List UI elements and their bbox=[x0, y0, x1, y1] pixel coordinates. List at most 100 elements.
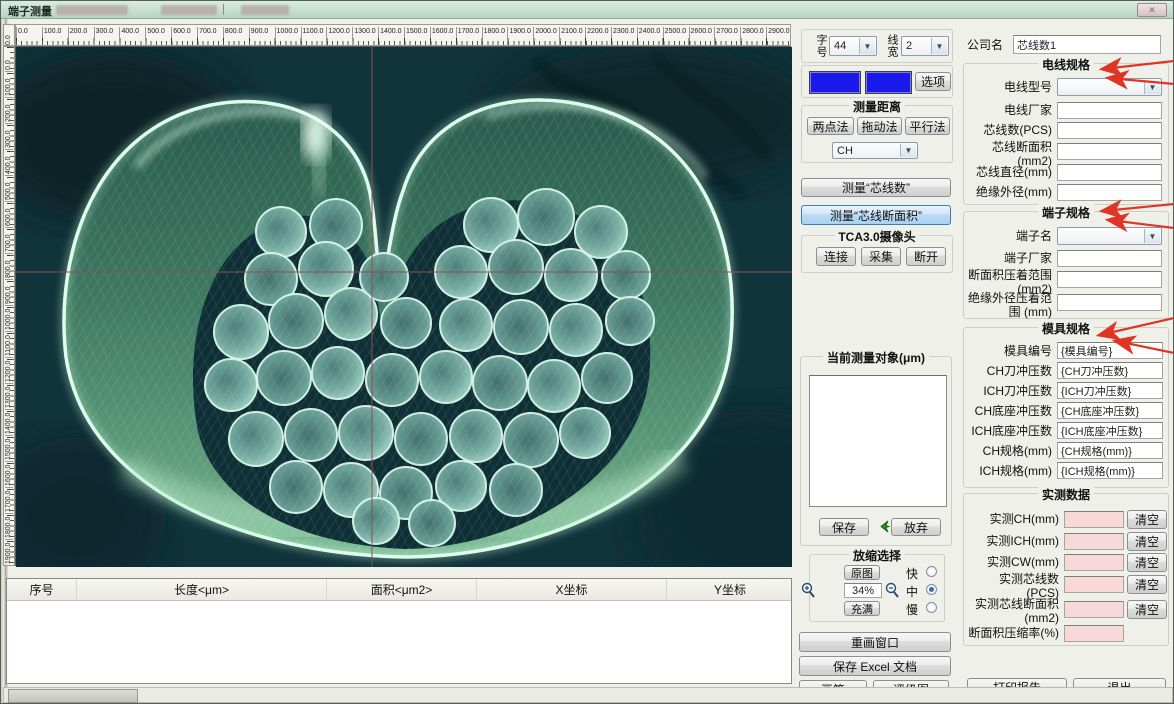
measured-core-count-input[interactable] bbox=[1064, 576, 1124, 593]
crimp-area-range-input[interactable] bbox=[1057, 271, 1162, 288]
color-swatch-1[interactable] bbox=[809, 71, 861, 94]
zoom-group: 放缩选择 原图 34% 充满 快 中 慢 bbox=[801, 547, 945, 622]
horizontal-scrollbar[interactable] bbox=[3, 687, 1173, 703]
wire-model-dropdown[interactable]: ▼ bbox=[1057, 78, 1162, 96]
terminal-maker-input[interactable] bbox=[1057, 250, 1162, 267]
window-title: 端子测量 bbox=[8, 6, 52, 18]
measured-data-title: 实测数据 bbox=[1037, 486, 1095, 503]
field-label: ICH规格(mm) bbox=[979, 464, 1052, 478]
ch-blade-count-input[interactable]: {CH刀冲压数} bbox=[1057, 362, 1163, 379]
text-style-group: 字号 44 ▼ 线宽 2 ▼ bbox=[801, 29, 953, 63]
clear-button[interactable]: 清空 bbox=[1127, 553, 1167, 572]
title-bar: 端子测量 ✕ bbox=[1, 1, 1173, 19]
zoom-fill-button[interactable]: 充满 bbox=[844, 601, 880, 616]
scrollbar-thumb[interactable] bbox=[8, 689, 138, 703]
current-object-group: 当前测量对象(μm) 保存 放弃 bbox=[800, 349, 952, 546]
field-label: 芯线数(PCS) bbox=[983, 123, 1052, 137]
specimen-image-canvas[interactable] bbox=[15, 46, 792, 567]
measured-ich-input[interactable] bbox=[1064, 533, 1124, 550]
field-label: ICH刀冲压数 bbox=[983, 384, 1052, 398]
measure-mode-dropdown[interactable]: CH ▼ bbox=[832, 142, 918, 159]
field-label: 电线型号 bbox=[1003, 80, 1052, 94]
options-button[interactable]: 选项 bbox=[915, 72, 951, 91]
field-label: CH刀冲压数 bbox=[986, 364, 1052, 378]
field-label: CH底座冲压数 bbox=[974, 404, 1052, 418]
mold-spec-group: 模具规格 模具编号 {模具编号} CH刀冲压数 {CH刀冲压数} ICH刀冲压数… bbox=[963, 320, 1169, 488]
measured-data-group: 实测数据 实测CH(mm) 清空 实测ICH(mm) 清空 实测CW(mm) 清… bbox=[963, 486, 1169, 646]
redacted-text bbox=[56, 5, 128, 15]
clear-button[interactable]: 清空 bbox=[1127, 510, 1167, 529]
measure-count-button[interactable]: 测量“芯线数” bbox=[801, 178, 951, 197]
measured-core-area-input[interactable] bbox=[1064, 601, 1124, 618]
close-icon[interactable]: ✕ bbox=[1137, 3, 1167, 17]
clear-button[interactable]: 清空 bbox=[1127, 575, 1167, 594]
measure-distance-group: 测量距离 两点法 拖动法 平行法 CH ▼ bbox=[801, 98, 953, 163]
chevron-down-icon: ▼ bbox=[931, 38, 947, 54]
camera-disconnect-button[interactable]: 断开 bbox=[906, 247, 946, 266]
camera-capture-button[interactable]: 采集 bbox=[861, 247, 901, 266]
two-point-button[interactable]: 两点法 bbox=[807, 117, 854, 135]
company-input[interactable]: 芯线数1 bbox=[1013, 35, 1161, 54]
speed-medium-label: 中 bbox=[906, 585, 919, 599]
core-area-input[interactable] bbox=[1057, 143, 1162, 160]
ich-spec-input[interactable]: {ICH规格(mm)} bbox=[1057, 462, 1163, 479]
font-size-dropdown[interactable]: 44 ▼ bbox=[829, 36, 877, 56]
current-object-list[interactable] bbox=[809, 375, 947, 507]
compression-ratio-input[interactable] bbox=[1064, 625, 1124, 642]
field-label: 芯线直径(mm) bbox=[976, 165, 1052, 179]
field-label: 绝缘外径(mm) bbox=[976, 185, 1052, 199]
ich-base-count-input[interactable]: {ICH底座冲压数} bbox=[1057, 422, 1163, 439]
col-index: 序号 bbox=[7, 579, 77, 600]
field-label: 端子名 bbox=[1015, 229, 1052, 243]
line-width-dropdown[interactable]: 2 ▼ bbox=[901, 36, 949, 56]
current-object-title: 当前测量对象(μm) bbox=[822, 349, 930, 366]
core-count-input[interactable] bbox=[1057, 122, 1162, 139]
zoom-original-button[interactable]: 原图 bbox=[844, 565, 880, 580]
speed-slow-radio[interactable] bbox=[926, 602, 937, 613]
measure-area-button[interactable]: 测量“芯线断面积” bbox=[801, 205, 951, 225]
ich-blade-count-input[interactable]: {ICH刀冲压数} bbox=[1057, 382, 1163, 399]
field-label: 实测CH(mm) bbox=[989, 512, 1059, 526]
ch-base-count-input[interactable]: {CH底座冲压数} bbox=[1057, 402, 1163, 419]
measurement-table[interactable]: 序号 长度<μm> 面积<μm2> X坐标 Y坐标 bbox=[6, 578, 792, 684]
redacted-text bbox=[161, 5, 217, 15]
measured-ch-input[interactable] bbox=[1064, 511, 1124, 528]
col-x: X坐标 bbox=[477, 579, 667, 600]
clear-button[interactable]: 清空 bbox=[1127, 600, 1167, 619]
vertical-ruler: 0.0 100.0 200.0 300.0 400.0 500.0 600.0 700.0 80… bbox=[3, 46, 15, 566]
camera-group: TCA3.0摄像头 连接 采集 断开 bbox=[801, 228, 953, 273]
clear-button[interactable]: 清空 bbox=[1127, 532, 1167, 551]
redacted-text bbox=[241, 5, 289, 15]
field-label: 模具编号 bbox=[1003, 344, 1052, 358]
app-window: 端子测量 ✕ 0.0 0.0 100.0 200.0 300.0 400.0 500.0 6… bbox=[0, 0, 1174, 704]
camera-connect-button[interactable]: 连接 bbox=[816, 247, 856, 266]
field-label: CH规格(mm) bbox=[982, 444, 1052, 458]
terminal-name-dropdown[interactable]: ▼ bbox=[1057, 227, 1162, 245]
company-label: 公司名 bbox=[967, 38, 1004, 52]
zoom-out-icon[interactable] bbox=[884, 582, 899, 603]
field-label: 电线厂家 bbox=[1003, 103, 1052, 117]
speed-fast-radio[interactable] bbox=[926, 566, 937, 577]
redraw-button[interactable]: 重画窗口 bbox=[799, 632, 951, 652]
drag-button[interactable]: 拖动法 bbox=[857, 117, 902, 135]
speed-medium-radio[interactable] bbox=[926, 584, 937, 595]
save-excel-button[interactable]: 保存 Excel 文档 bbox=[799, 656, 951, 676]
save-button[interactable]: 保存 bbox=[819, 518, 869, 536]
core-diameter-input[interactable] bbox=[1057, 164, 1162, 181]
insulation-crimp-range-input[interactable] bbox=[1057, 294, 1162, 311]
ch-spec-input[interactable]: {CH规格(mm)} bbox=[1057, 442, 1163, 459]
wire-maker-input[interactable] bbox=[1057, 102, 1162, 119]
col-area: 面积<μm2> bbox=[327, 579, 477, 600]
horizontal-ruler: 0.0 100.0 200.0 300.0 400.0 500.0 600.0 700.0 80… bbox=[15, 24, 791, 46]
insulation-od-input[interactable] bbox=[1057, 184, 1162, 201]
discard-arrow-icon bbox=[878, 520, 891, 538]
discard-button[interactable]: 放弃 bbox=[891, 518, 941, 536]
measured-cw-input[interactable] bbox=[1064, 554, 1124, 571]
color-swatch-2[interactable] bbox=[865, 71, 912, 94]
zoom-in-icon[interactable] bbox=[800, 582, 815, 603]
mold-number-input[interactable]: {模具编号} bbox=[1057, 342, 1163, 359]
table-header: 序号 长度<μm> 面积<μm2> X坐标 Y坐标 bbox=[7, 579, 791, 601]
field-label: 实测ICH(mm) bbox=[986, 534, 1059, 548]
parallel-button[interactable]: 平行法 bbox=[905, 117, 950, 135]
field-label: 绝缘外径压着范围 (mm) bbox=[967, 291, 1052, 319]
